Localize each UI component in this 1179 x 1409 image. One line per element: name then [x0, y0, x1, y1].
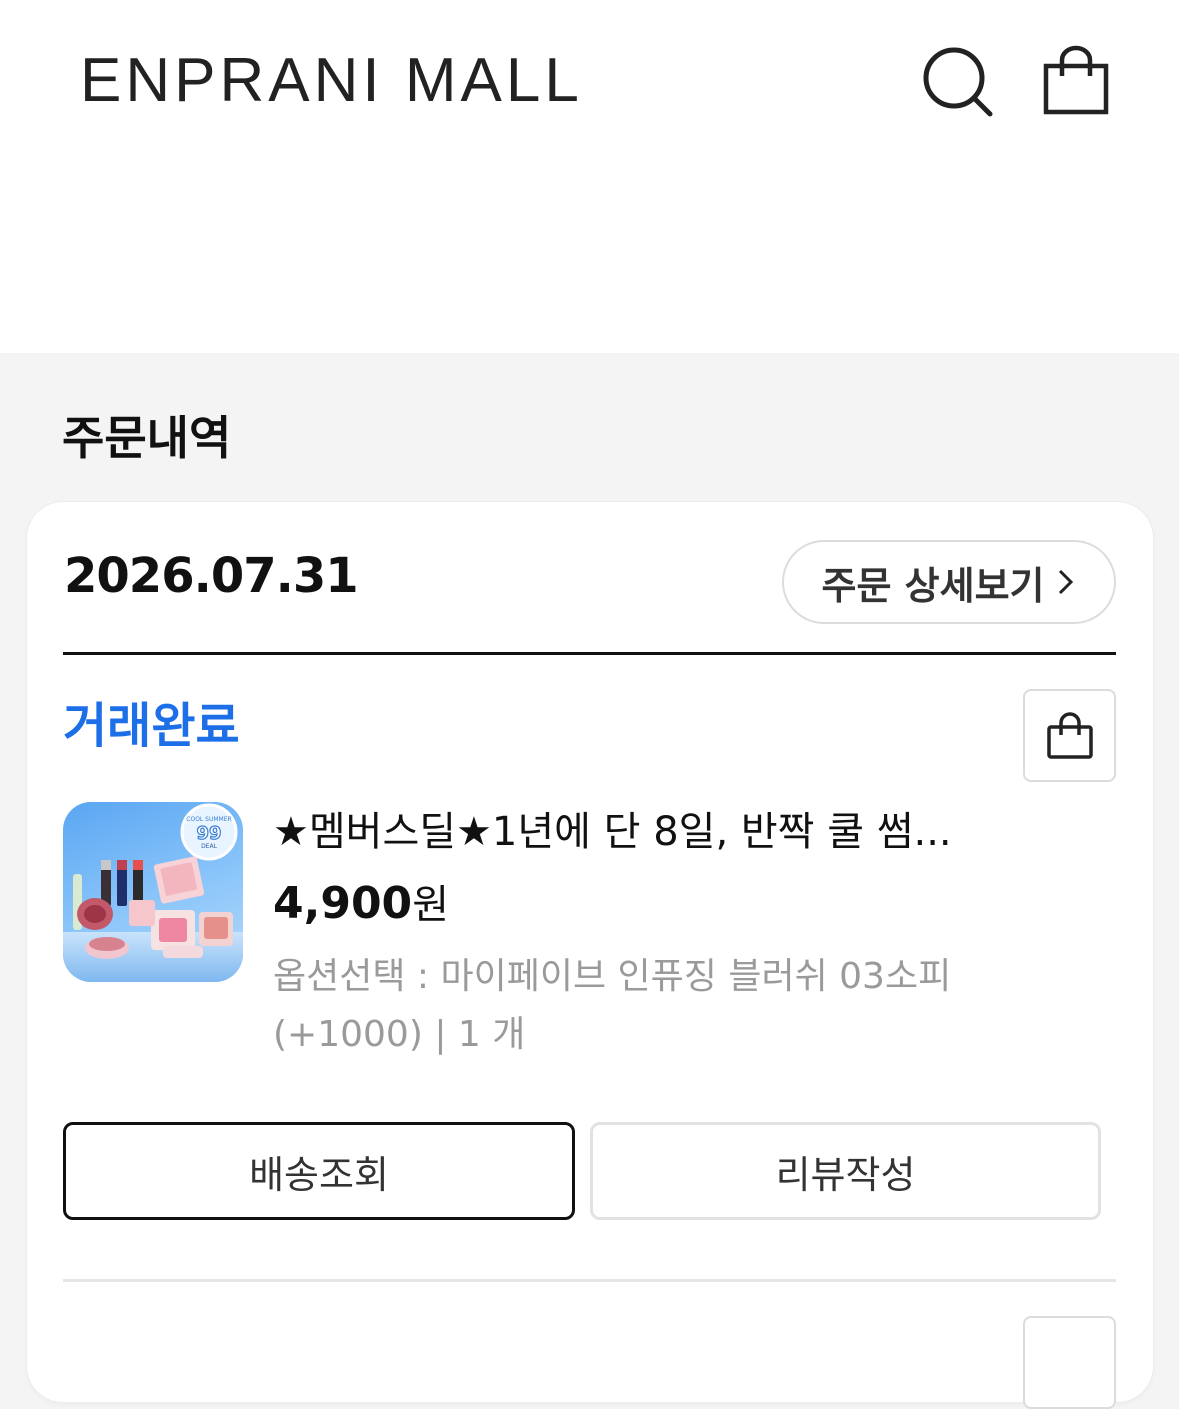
product-name[interactable]: ★멤버스딜★1년에 단 8일, 반짝 쿨 썸... [273, 804, 1033, 860]
track-delivery-button[interactable]: 배송조회 [63, 1122, 575, 1220]
order-detail-label: 주문 상세보기 [821, 563, 1045, 608]
badge-number-text: 99 [196, 823, 221, 844]
write-review-button[interactable]: 리뷰작성 [590, 1122, 1101, 1220]
chevron-right-icon [1058, 569, 1073, 595]
add-to-cart-button[interactable] [1023, 689, 1116, 782]
shopping-bag-icon[interactable] [1036, 42, 1116, 122]
product-thumbnail[interactable]: COOL SUMMER 99 DEAL [63, 802, 243, 982]
order-card: 2026.07.31 주문 상세보기 거래완료 COOL SUMMER 99 D… [27, 502, 1153, 1409]
product-image: COOL SUMMER 99 DEAL [63, 803, 243, 982]
app-header: ENPRANI MALL [0, 0, 1179, 353]
page-title: 주문내역 [62, 411, 232, 465]
product-price: 4,900원 [273, 874, 449, 935]
order-date: 2026.07.31 [64, 548, 359, 604]
order-status: 거래완료 [63, 698, 240, 754]
item-divider [63, 1279, 1116, 1282]
price-value: 4,900 [273, 878, 413, 929]
badge-top-text: COOL SUMMER [186, 816, 231, 823]
order-divider [63, 652, 1116, 655]
search-icon[interactable] [918, 42, 998, 122]
badge-bottom-text: DEAL [201, 843, 218, 850]
price-unit: 원 [412, 882, 449, 928]
brand-logo[interactable]: ENPRANI MALL [80, 48, 583, 114]
shopping-bag-icon [1046, 711, 1093, 759]
next-add-to-cart-button[interactable] [1023, 1316, 1116, 1409]
order-detail-button[interactable]: 주문 상세보기 [782, 540, 1116, 624]
product-option: 옵션선택 : 마이페이브 인퓨징 블러쉬 03소피(+1000) | 1 개 [273, 956, 952, 1055]
